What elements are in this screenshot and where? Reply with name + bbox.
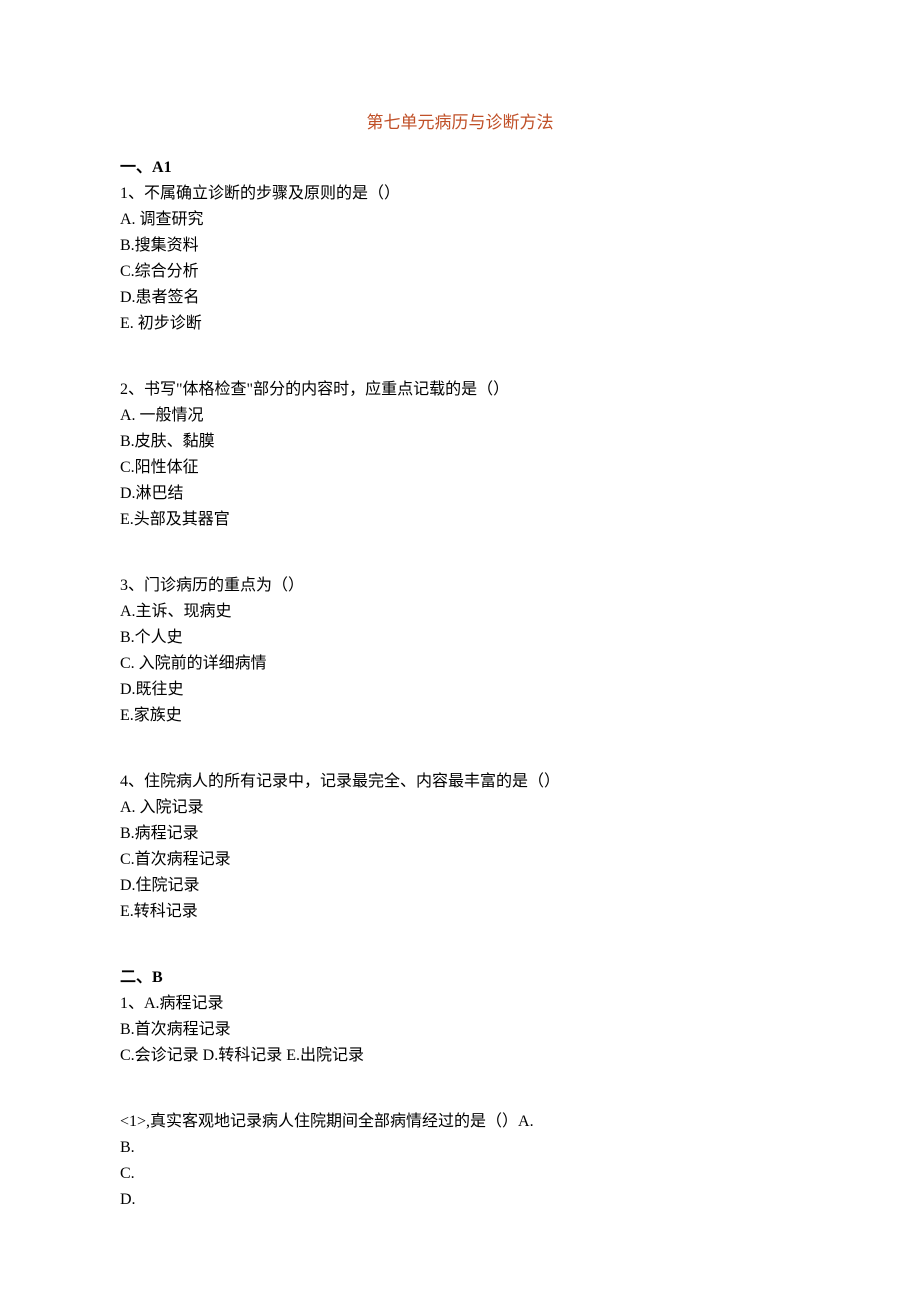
q4-option-c: C.首次病程记录 <box>120 848 800 872</box>
section-a-label: A1 <box>152 159 172 176</box>
b-q1-option-cde: C.会诊记录 D.转科记录 E.出院记录 <box>120 1044 800 1068</box>
q4-option-e: E.转科记录 <box>120 900 800 924</box>
b-q1-line1: 1、A.病程记录 <box>120 992 800 1016</box>
q3-option-c: C. 入院前的详细病情 <box>120 652 800 676</box>
q1-option-c: C.综合分析 <box>120 260 800 284</box>
q1-option-e: E. 初步诊断 <box>120 312 800 336</box>
q2-option-a: A. 一般情况 <box>120 404 800 428</box>
q4-option-a: A. 入院记录 <box>120 796 800 820</box>
q1-stem: 1、不属确立诊断的步骤及原则的是（） <box>120 182 800 206</box>
section-b-label: B <box>152 969 163 986</box>
b-sub1-option-b: B. <box>120 1136 800 1160</box>
q1-option-b: B.搜集资料 <box>120 234 800 258</box>
q2-option-b: B.皮肤、黏膜 <box>120 430 800 454</box>
q3-option-e: E.家族史 <box>120 704 800 728</box>
q2-option-c: C.阳性体征 <box>120 456 800 480</box>
section-b-header: 二、B <box>120 966 800 990</box>
section-a-header: 一、A1 <box>120 156 800 180</box>
page-title: 第七单元病历与诊断方法 <box>120 110 800 136</box>
q1-option-a: A. 调查研究 <box>120 208 800 232</box>
b-sub1-option-c: C. <box>120 1162 800 1186</box>
b-sub1-stem: <1>,真实客观地记录病人住院期间全部病情经过的是（）A. <box>120 1110 800 1134</box>
q4-option-b: B.病程记录 <box>120 822 800 846</box>
q3-option-b: B.个人史 <box>120 626 800 650</box>
q2-option-d: D.淋巴结 <box>120 482 800 506</box>
q2-stem: 2、书写"体格检查"部分的内容时，应重点记载的是（） <box>120 378 800 402</box>
q4-stem: 4、住院病人的所有记录中，记录最完全、内容最丰富的是（） <box>120 770 800 794</box>
q2-option-e: E.头部及其器官 <box>120 508 800 532</box>
q3-option-a: A.主诉、现病史 <box>120 600 800 624</box>
q3-stem: 3、门诊病历的重点为（） <box>120 574 800 598</box>
b-sub1-option-d: D. <box>120 1188 800 1212</box>
q1-option-d: D.患者签名 <box>120 286 800 310</box>
section-a-num: 一、 <box>120 159 152 176</box>
section-b-num: 二、 <box>120 969 152 986</box>
b-q1-option-b: B.首次病程记录 <box>120 1018 800 1042</box>
q3-option-d: D.既往史 <box>120 678 800 702</box>
q4-option-d: D.住院记录 <box>120 874 800 898</box>
